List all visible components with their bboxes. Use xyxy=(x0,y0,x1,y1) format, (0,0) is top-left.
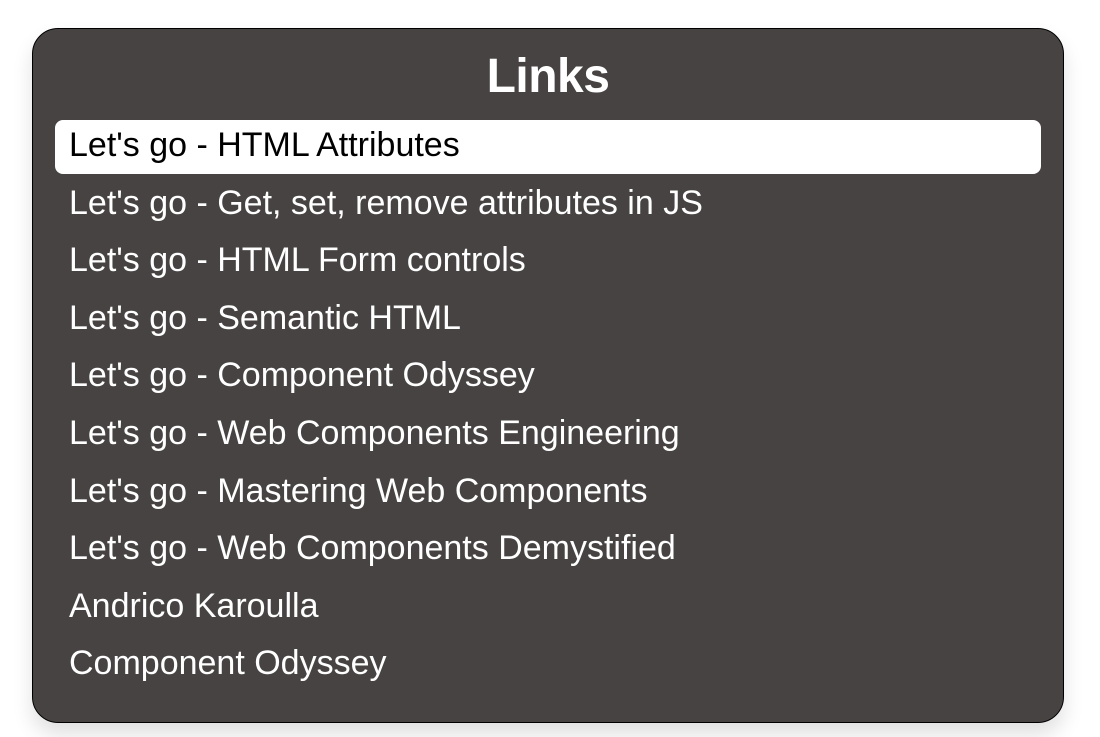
links-list: Let's go - HTML Attributes Let's go - Ge… xyxy=(55,120,1041,692)
link-item-7[interactable]: Let's go - Web Components Demystified xyxy=(55,523,1041,577)
link-item-9[interactable]: Component Odyssey xyxy=(55,638,1041,692)
link-item-8[interactable]: Andrico Karoulla xyxy=(55,581,1041,635)
link-item-6[interactable]: Let's go - Mastering Web Components xyxy=(55,466,1041,520)
link-item-5[interactable]: Let's go - Web Components Engineering xyxy=(55,408,1041,462)
links-panel: Links Let's go - HTML Attributes Let's g… xyxy=(32,28,1064,723)
link-item-4[interactable]: Let's go - Component Odyssey xyxy=(55,350,1041,404)
panel-title: Links xyxy=(55,49,1041,104)
link-item-3[interactable]: Let's go - Semantic HTML xyxy=(55,293,1041,347)
link-item-2[interactable]: Let's go - HTML Form controls xyxy=(55,235,1041,289)
link-item-0[interactable]: Let's go - HTML Attributes xyxy=(55,120,1041,174)
link-item-1[interactable]: Let's go - Get, set, remove attributes i… xyxy=(55,178,1041,232)
